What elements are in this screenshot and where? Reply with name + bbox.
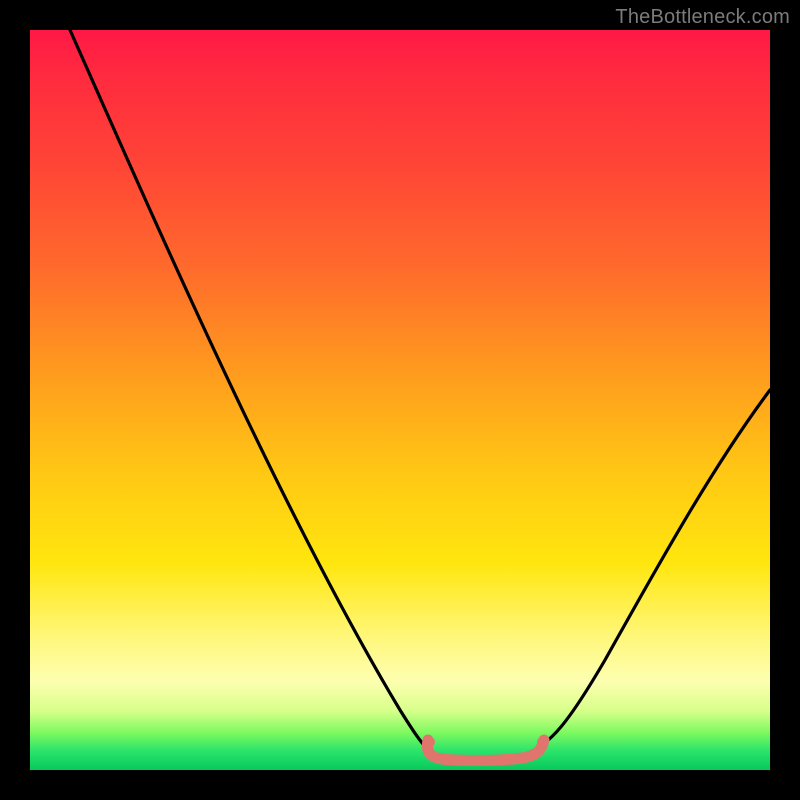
plot-area [30,30,770,770]
flat-bottom-dot [425,737,435,747]
curve-path [70,30,770,759]
watermark-text: TheBottleneck.com [615,6,790,29]
flat-bottom-highlight [427,740,544,760]
bottleneck-curve [30,30,770,770]
chart-frame: TheBottleneck.com [0,0,800,800]
flat-bottom-dot [537,737,547,747]
